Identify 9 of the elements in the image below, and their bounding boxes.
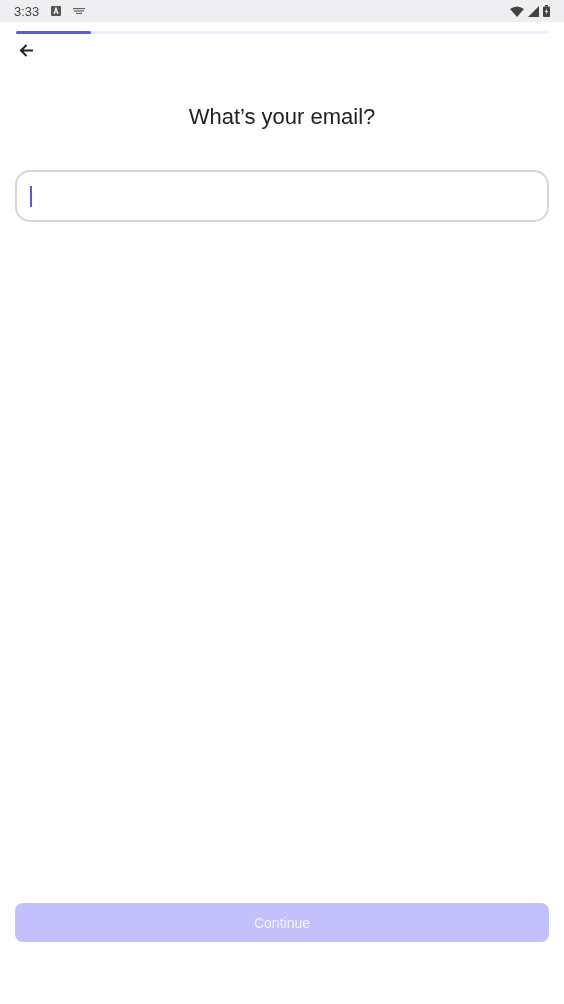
keyboard-icon (73, 8, 86, 14)
battery-icon (543, 5, 550, 17)
page-title: What’s your email? (187, 104, 377, 130)
back-arrow-icon[interactable] (19, 43, 34, 58)
signal-icon (528, 5, 539, 17)
email-input-field[interactable] (15, 170, 549, 222)
keyboard-a-icon (51, 6, 62, 16)
wifi-icon (510, 5, 524, 17)
status-time: 3:33 (14, 3, 40, 19)
